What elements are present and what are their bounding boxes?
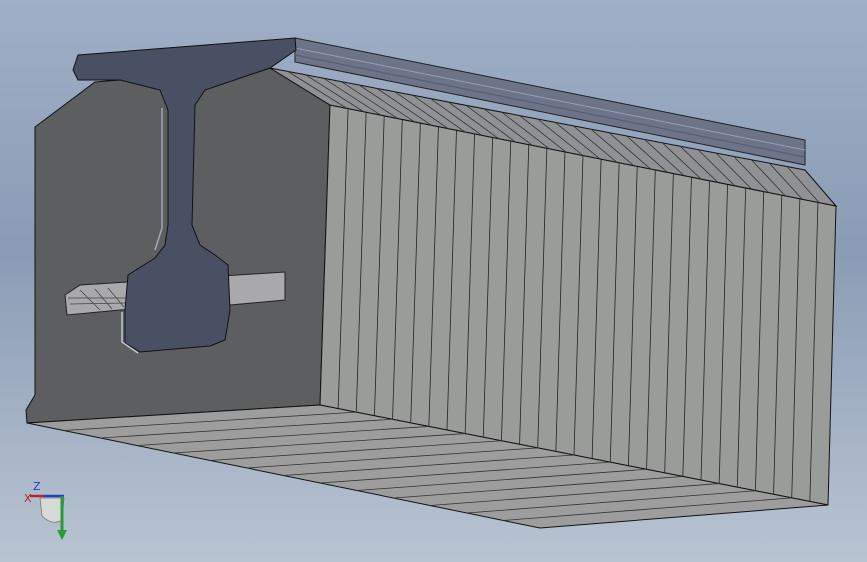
triad-x-label: X [24,492,32,505]
triad-y-arrow [57,530,67,540]
triad-plane-indicator [39,497,65,523]
view-orientation-triad[interactable]: X Z [22,478,74,544]
triad-z-label: Z [33,480,41,493]
3d-model-view[interactable] [0,0,867,562]
graphics-viewport[interactable]: X Z [0,0,867,562]
